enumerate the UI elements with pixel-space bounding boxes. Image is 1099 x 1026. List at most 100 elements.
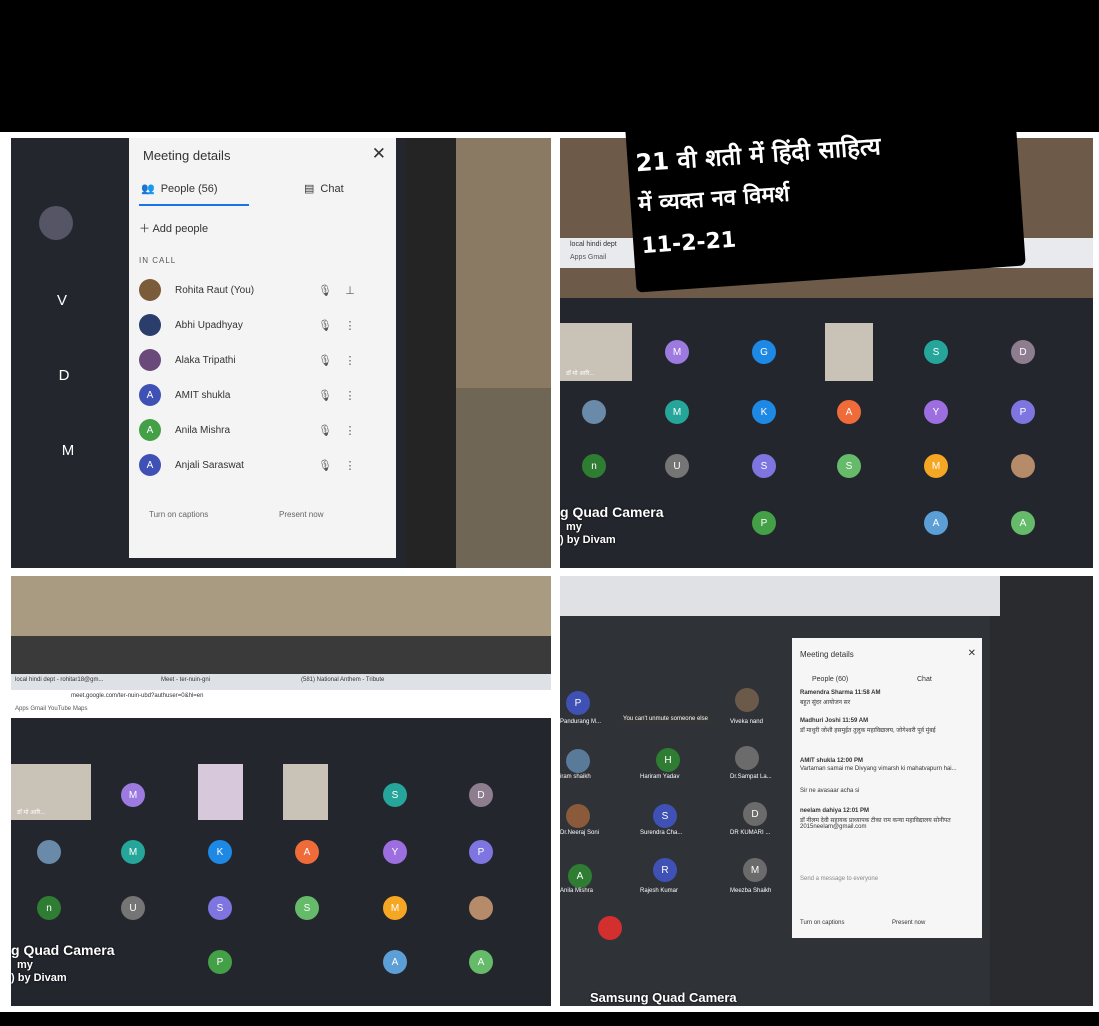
tile-avatar: U	[665, 454, 689, 478]
laptop-screen: V D M Meeting details ✕ 👥 People (56) ▤ …	[11, 138, 406, 568]
tile-avatar: P	[208, 950, 232, 974]
add-person-icon: ＋	[139, 223, 150, 235]
tab-chat[interactable]: Chat	[917, 676, 932, 683]
chat-author: neelam dahiya 12:01 PM	[800, 808, 870, 814]
browser-tab[interactable]: (581) National Anthem - Tribute	[301, 677, 384, 683]
tile-name: Pandurang M...	[560, 719, 602, 725]
present-button[interactable]: Present now	[279, 510, 323, 519]
meeting-details-panel: Meeting details ✕ 👥 People (56) ▤ Chat ＋…	[129, 138, 396, 558]
camera-watermark-sub: ) by Divam	[11, 972, 67, 984]
tab-chat[interactable]: ▤ Chat	[304, 182, 344, 196]
tile-name: Anila Mishra	[560, 888, 594, 894]
add-people-button[interactable]: ＋ Add people	[139, 220, 208, 236]
video-tile: डॉ मो आरि...	[11, 764, 91, 820]
chat-message: डॉ नीलम देवी सहायक प्राध्यापक टीका राम क…	[800, 818, 951, 830]
tab-people[interactable]: People (60)	[812, 676, 848, 683]
chat-input[interactable]: Send a message to everyone	[800, 876, 878, 882]
participant-row[interactable]: Rohita Raut (You) 🎙 ⊥	[139, 276, 389, 304]
video-tile-label: डॉ मो आरि...	[17, 810, 46, 816]
chat-message: Vartaman samai me Divyang vimarsh ki mah…	[800, 766, 957, 772]
tile-avatar-photo	[469, 896, 493, 920]
overlay-date: 11-2-21	[640, 227, 737, 260]
bottom-black-bar	[0, 1012, 1099, 1026]
tile-name: Surendra Cha...	[640, 830, 683, 836]
meeting-details-title: Meeting details	[800, 650, 854, 659]
meeting-details-panel: Meeting details ✕ People (60) Chat Ramen…	[792, 638, 982, 938]
more-options-icon[interactable]: ⋮	[335, 319, 365, 332]
tile-avatar: P	[752, 511, 776, 535]
more-options-icon[interactable]: ⋮	[335, 389, 365, 402]
tile-avatar: M	[665, 400, 689, 424]
participant-avatar-m: M	[61, 441, 75, 459]
tile-avatar: A	[469, 950, 493, 974]
tab-people-label: People (56)	[160, 182, 218, 195]
close-icon[interactable]: ✕	[372, 144, 386, 164]
participant-row[interactable]: A Anjali Saraswat 🎙 ⋮	[139, 451, 389, 479]
more-options-icon[interactable]: ⋮	[335, 354, 365, 367]
tile-name: Meezba Shaikh	[730, 888, 772, 894]
participant-name: Alaka Tripathi	[175, 354, 236, 366]
browser-toolbar	[560, 576, 1000, 616]
tile-avatar: M	[121, 840, 145, 864]
chat-author: Ramendra Sharma 11:58 AM	[800, 690, 881, 696]
more-options-icon[interactable]: ⋮	[335, 424, 365, 437]
tile-avatar-photo	[1011, 454, 1035, 478]
tile-name: DR KUMARI ...	[730, 830, 771, 836]
tile-avatar-photo	[582, 400, 606, 424]
captions-button[interactable]: Turn on captions	[800, 920, 844, 926]
tile-avatar: P	[1011, 400, 1035, 424]
tab-chat-label: Chat	[320, 182, 344, 195]
video-tile	[283, 764, 328, 820]
tile-avatar: H	[656, 748, 680, 772]
present-button[interactable]: Present now	[892, 920, 925, 926]
browser-toolbar: meet.google.com/ter-nuin-ubd?authuser=0&…	[11, 690, 551, 718]
mic-off-icon[interactable]: 🎙	[315, 354, 335, 367]
mic-off-icon[interactable]: 🎙	[315, 319, 335, 332]
participant-row[interactable]: A Anila Mishra 🎙 ⋮	[139, 416, 389, 444]
video-tile	[198, 764, 243, 820]
close-icon[interactable]: ✕	[968, 648, 976, 659]
tile-avatar: S	[653, 804, 677, 828]
tile-avatar: A	[295, 840, 319, 864]
tile-avatar: n	[37, 896, 61, 920]
pin-icon[interactable]: ⊥	[335, 284, 365, 297]
title-overlay: 21 वी शती में हिंदी साहित्य में व्यक्त न…	[625, 97, 1026, 293]
meeting-details-title: Meeting details	[143, 148, 231, 163]
participant-row[interactable]: A AMIT shukla 🎙 ⋮	[139, 381, 389, 409]
address-bar[interactable]: meet.google.com/ter-nuin-ubd?authuser=0&…	[71, 693, 203, 699]
wall	[456, 138, 551, 388]
participant-row[interactable]: Abhi Upadhyay 🎙 ⋮	[139, 311, 389, 339]
participant-avatar-d: D	[58, 366, 70, 384]
video-tile	[825, 323, 873, 381]
tile-avatar: A	[568, 864, 592, 888]
end-call-icon[interactable]	[598, 916, 622, 940]
photo-meet-grid-2: local hindi dept - rohitar18@gm... Meet …	[11, 576, 551, 1006]
browser-tab[interactable]: Meet - ter-nuin-gni	[161, 677, 210, 683]
tile-avatar: Y	[383, 840, 407, 864]
tile-avatar-photo	[566, 749, 590, 773]
captions-button[interactable]: Turn on captions	[149, 510, 208, 519]
browser-tab[interactable]: local hindi dept - rohitar18@gm...	[15, 677, 103, 683]
tile-avatar: A	[1011, 511, 1035, 535]
mic-off-icon[interactable]: 🎙	[315, 389, 335, 402]
participant-name: AMIT shukla	[175, 389, 231, 401]
participant-row[interactable]: Alaka Tripathi 🎙 ⋮	[139, 346, 389, 374]
tab-people[interactable]: 👥 People (56)	[141, 182, 218, 196]
tile-avatar: G	[752, 340, 776, 364]
tile-avatar: R	[653, 858, 677, 882]
chat-icon: ▤	[304, 183, 315, 195]
tile-avatar: D	[743, 802, 767, 826]
mic-off-icon[interactable]: 🎙	[315, 424, 335, 437]
tile-avatar: D	[1011, 340, 1035, 364]
browser-tab[interactable]: local hindi dept	[570, 241, 617, 248]
chat-author: AMIT shukla 12:00 PM	[800, 758, 864, 764]
chat-author: Madhuri Joshi 11:59 AM	[800, 718, 869, 724]
tile-avatar: M	[743, 858, 767, 882]
tile-avatar: n	[582, 454, 606, 478]
mic-off-icon[interactable]: 🎙	[315, 284, 335, 297]
more-options-icon[interactable]: ⋮	[335, 459, 365, 472]
mic-off-icon[interactable]: 🎙	[315, 459, 335, 472]
laptop-bezel	[11, 636, 551, 676]
tile-avatar: M	[383, 896, 407, 920]
camera-watermark-sub: my	[17, 959, 33, 971]
